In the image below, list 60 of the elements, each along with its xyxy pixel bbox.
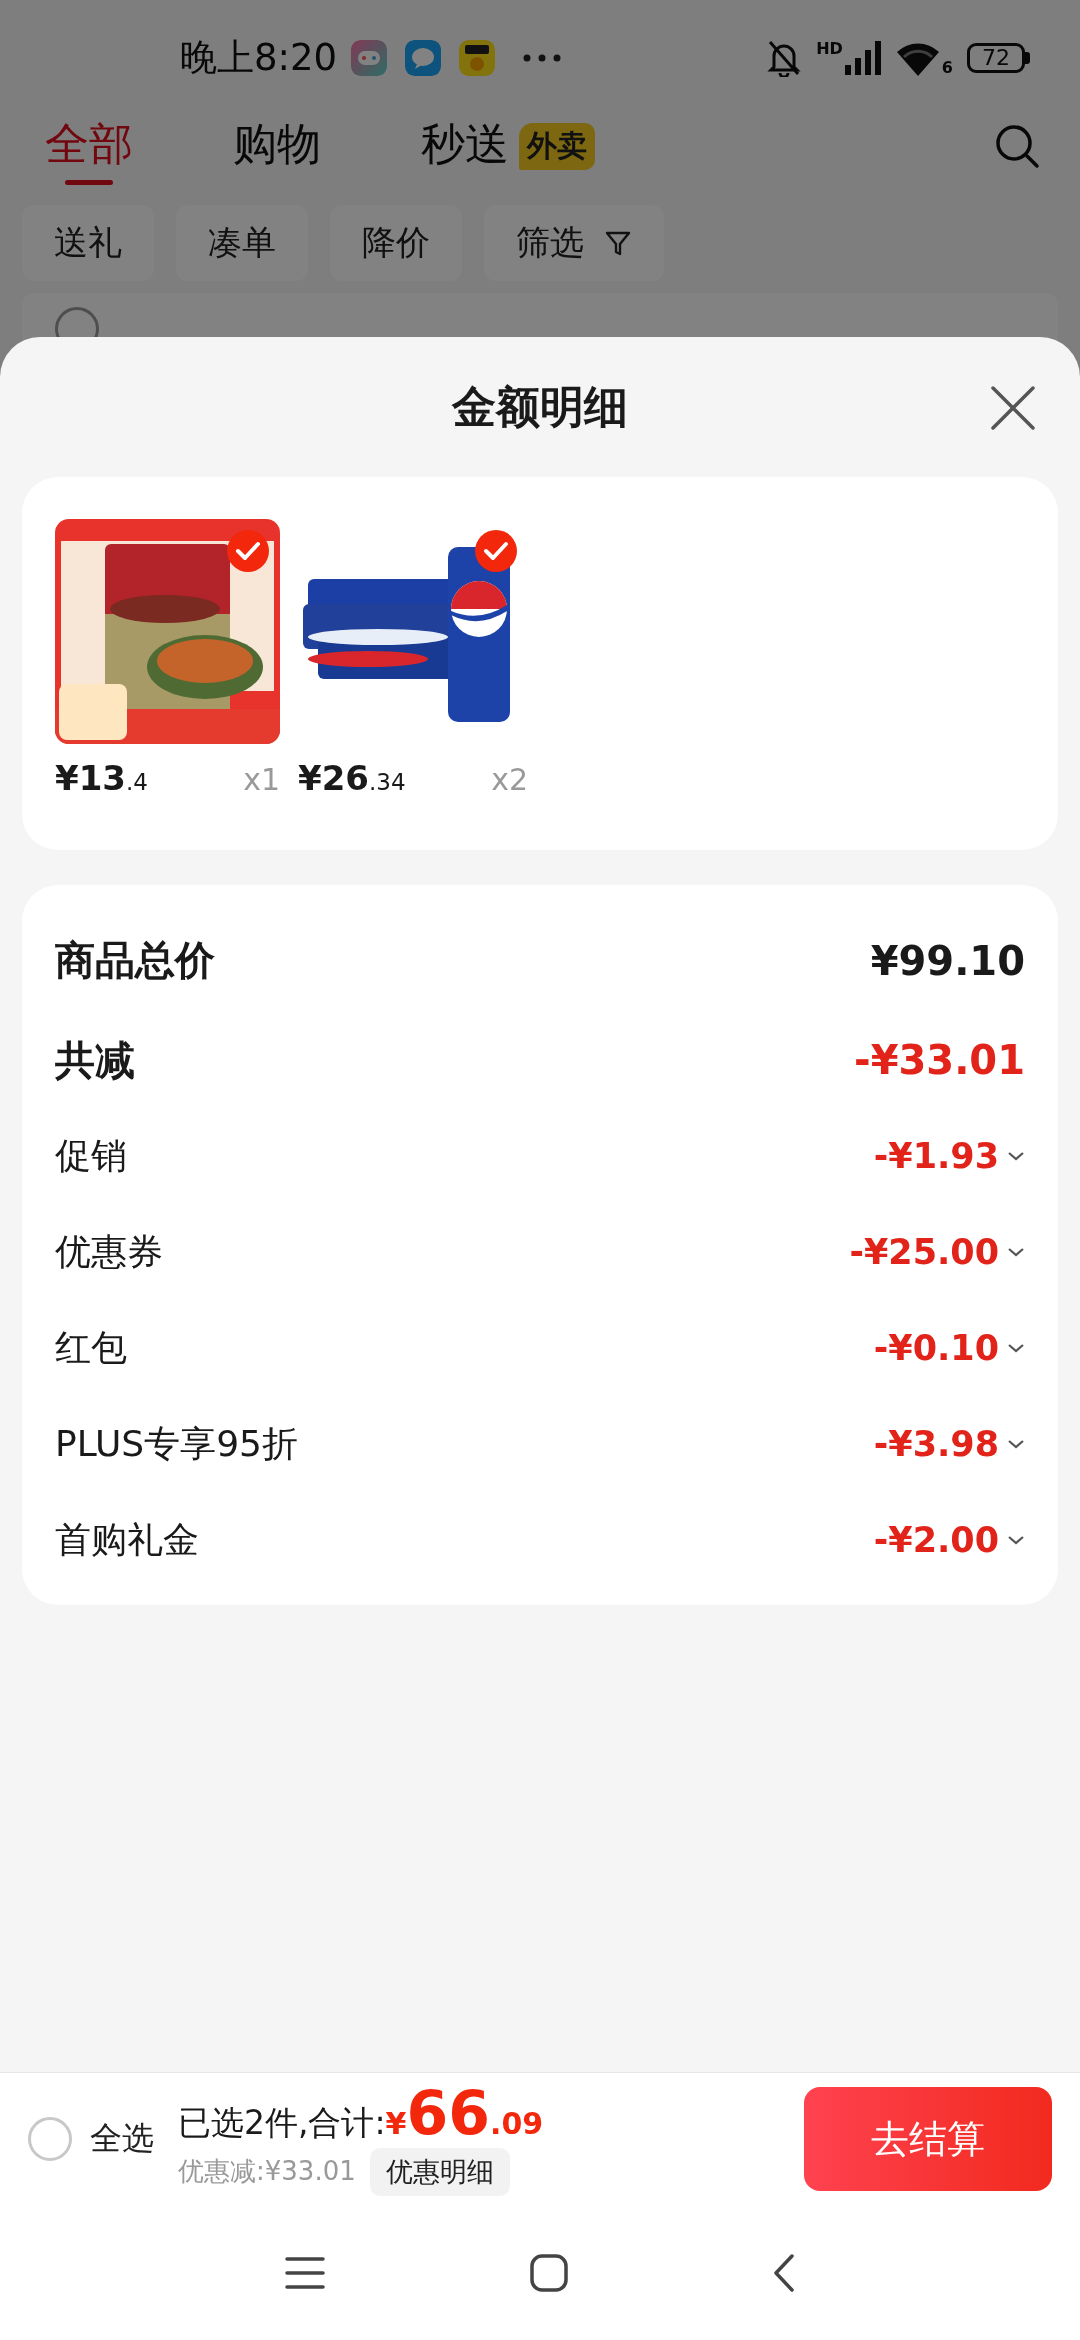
chip-label: 筛选: [516, 221, 584, 264]
fee-amount: -¥0.10: [873, 1328, 999, 1368]
home-icon[interactable]: [530, 2253, 568, 2292]
sheet-title: 金额明细: [452, 379, 628, 434]
fee-amount: -¥25.00: [849, 1232, 999, 1272]
checkbox[interactable]: [226, 529, 270, 573]
wifi-version-label: 6: [941, 59, 953, 76]
menu-icon[interactable]: [285, 2255, 325, 2290]
fee-label: 促销: [55, 1133, 127, 1178]
discount-detail-button[interactable]: 优惠明细: [369, 2147, 510, 2196]
fee-label: 首购礼金: [55, 1517, 199, 1562]
app-icon: [405, 39, 442, 76]
signal-icon: [844, 40, 881, 75]
checkbox[interactable]: [474, 529, 518, 573]
tab[interactable]: 全部: [45, 115, 133, 185]
item-price: ¥13.4: [55, 758, 148, 798]
fee-label: 商品总价: [55, 936, 215, 985]
chip-label: 降价: [362, 221, 430, 264]
fee-amount: -¥2.00: [873, 1520, 999, 1560]
item-quantity: x1: [243, 762, 280, 797]
tag-badge: 外卖: [519, 123, 595, 170]
more-icon: [523, 53, 562, 62]
app-icon: [351, 39, 388, 76]
status-time: 晚上8:20: [180, 34, 338, 81]
tab[interactable]: 秒送: [421, 115, 509, 185]
tab[interactable]: 购物: [233, 115, 321, 185]
fee-label: PLUS专享95折: [55, 1421, 298, 1466]
fee-amount: -¥3.98: [873, 1424, 999, 1464]
search-icon[interactable]: [994, 123, 1040, 169]
network-type-label: HD: [816, 40, 843, 57]
filter-icon: [604, 229, 632, 257]
app-icon: [459, 39, 496, 76]
discount-summary: 优惠减:¥33.01: [178, 2155, 356, 2188]
fee-amount: ¥99.10: [870, 937, 1025, 984]
chevron-down-icon[interactable]: [1007, 1534, 1025, 1546]
filter-chip[interactable]: 筛选: [484, 205, 664, 281]
fee-label: 共减: [55, 1035, 135, 1085]
item-price: ¥26.34: [298, 758, 406, 798]
total-price: ¥66.09: [385, 2082, 544, 2143]
chevron-down-icon[interactable]: [1007, 1246, 1025, 1258]
filter-chip[interactable]: 送礼: [22, 205, 154, 281]
chip-label: 凑单: [208, 221, 276, 264]
item-quantity: x2: [491, 762, 528, 797]
fee-amount: -¥33.01: [854, 1037, 1025, 1083]
filter-chip[interactable]: 凑单: [176, 205, 308, 281]
fee-amount: -¥1.93: [873, 1136, 999, 1176]
chevron-down-icon[interactable]: [1007, 1342, 1025, 1354]
muted-bell-icon: [766, 38, 803, 77]
filter-chip[interactable]: 降价: [330, 205, 462, 281]
fee-label: 优惠券: [55, 1229, 163, 1274]
fee-label: 红包: [55, 1325, 127, 1370]
chevron-down-icon[interactable]: [1007, 1150, 1025, 1162]
close-icon[interactable]: [990, 385, 1036, 431]
select-all-checkbox[interactable]: [28, 2117, 72, 2161]
chevron-down-icon[interactable]: [1007, 1438, 1025, 1450]
select-all-label[interactable]: 全选: [90, 2117, 154, 2161]
selected-summary: 已选2件,合计:: [178, 2101, 386, 2144]
back-icon[interactable]: [773, 2253, 795, 2292]
checkout-button[interactable]: 去结算: [804, 2087, 1052, 2191]
chip-label: 送礼: [54, 221, 122, 264]
